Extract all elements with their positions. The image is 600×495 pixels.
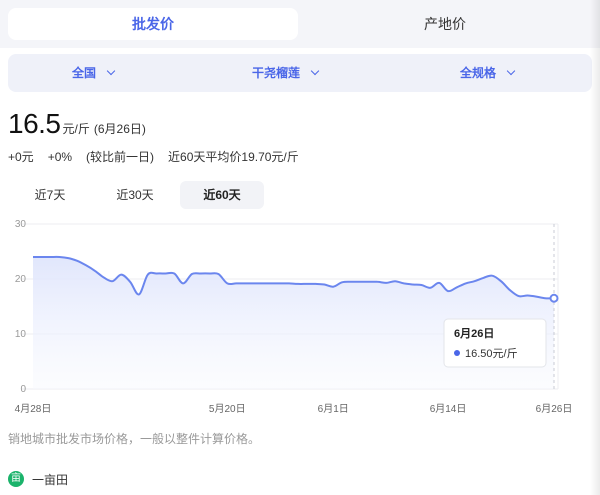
tooltip-series-dot [454,350,460,356]
y-axis-ticks: 0 10 20 30 [15,219,27,395]
yimutian-logo: 亩 [8,471,24,487]
tab-7-days[interactable]: 近7天 [22,181,78,209]
x-tick-label: 5月20日 [209,403,246,415]
footer-source-label: 一亩田 [32,472,69,487]
current-price: 16.5 元/斤 (6月26日) [8,108,146,140]
price-type-tabs: 批发价 产地价 [0,0,600,48]
average-price: 近60天平均价19.70元/斤 [168,150,299,164]
x-tick-label: 6月1日 [318,403,349,415]
tooltip-date: 6月26日 [454,327,494,340]
selected-data-point[interactable] [549,293,559,303]
region-filter-label: 全国 [72,66,97,80]
y-tick-label: 0 [20,384,26,395]
price-trend-chart[interactable]: 0 10 20 30 4月28日 5月20日 6月1日 6月14日 6月26日 6月26日 1… [0,212,590,424]
region-filter-dropdown[interactable]: 全国 [72,54,116,92]
change-percent: +0% [47,150,73,164]
change-compare-note: (较比前一日) [86,150,155,164]
x-tick-label: 6月14日 [430,403,467,415]
filter-bar: 全国 干尧榴莲 全规格 [8,54,592,92]
page-edge-shadow [590,0,600,495]
tooltip-value: 16.50元/斤 [465,347,518,360]
spec-filter-dropdown[interactable]: 全规格 [460,54,516,92]
variety-filter-dropdown[interactable]: 干尧榴莲 [252,54,320,92]
price-date: (6月26日) [93,122,146,136]
price-value: 16.5 [8,108,61,139]
x-axis-ticks: 4月28日 5月20日 6月1日 6月14日 6月26日 [15,403,573,415]
tab-origin-price[interactable]: 产地价 [300,8,590,40]
x-tick-label: 4月28日 [15,403,52,415]
tab-60-days[interactable]: 近60天 [180,181,264,209]
tab-wholesale-price[interactable]: 批发价 [8,8,298,40]
change-absolute: +0元 [8,150,34,164]
y-tick-label: 30 [15,219,27,230]
price-unit: 元/斤 [62,122,90,136]
chevron-down-icon [310,66,320,76]
tab-30-days[interactable]: 近30天 [102,181,168,209]
price-tooltip: 6月26日 16.50元/斤 [443,318,547,368]
chevron-down-icon [506,66,516,76]
price-note: 销地城市批发市场价格，一般以整件计算价格。 [8,432,261,446]
x-tick-label: 6月26日 [536,403,573,415]
y-tick-label: 10 [15,329,27,340]
price-change: +0元 +0% (较比前一日) 近60天平均价19.70元/斤 [8,148,313,165]
variety-filter-label: 干尧榴莲 [252,66,301,80]
chevron-down-icon [106,66,116,76]
spec-filter-label: 全规格 [460,66,497,80]
y-tick-label: 20 [15,274,27,285]
footer-source: 亩 一亩田 [8,469,68,489]
